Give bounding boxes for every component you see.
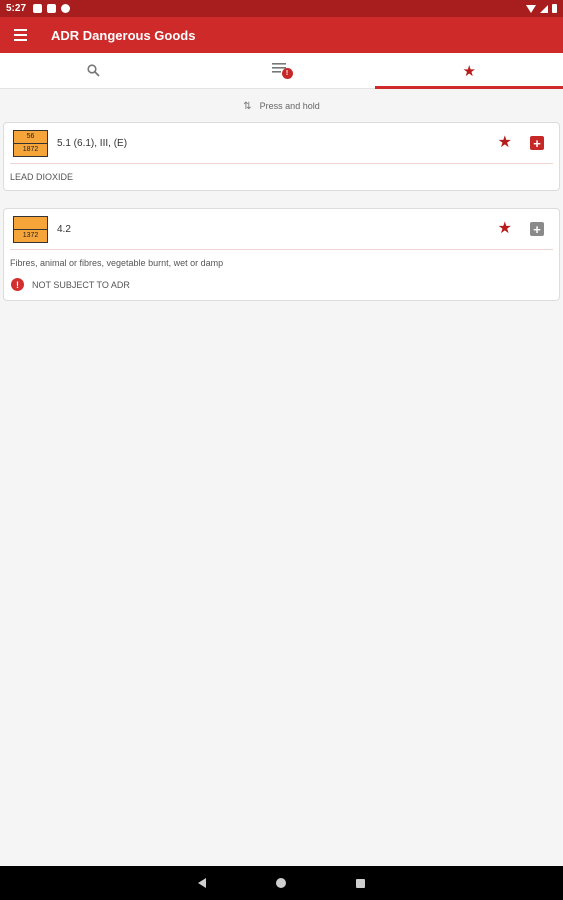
star-icon[interactable]: ★ — [498, 135, 512, 151]
hazard-number: 56 — [14, 131, 47, 144]
favorite-card[interactable]: 56 1872 5.1 (6.1), III, (E) ★ + LEAD DIO… — [3, 122, 560, 191]
hamburger-menu-icon[interactable] — [0, 17, 40, 53]
signal-icon — [540, 4, 548, 13]
add-button[interactable]: + — [530, 222, 544, 236]
tab-search[interactable] — [0, 53, 188, 88]
back-icon[interactable] — [198, 878, 206, 888]
star-icon: ★ — [462, 62, 476, 80]
navigation-bar — [0, 866, 563, 900]
un-number: 1872 — [22, 146, 39, 153]
hazard-number — [14, 217, 47, 230]
app-notification-icon — [61, 4, 71, 13]
substance-name: Fibres, animal or fibres, vegetable burn… — [10, 258, 224, 268]
search-icon — [87, 64, 100, 77]
sort-icon: ⇅ — [243, 100, 252, 112]
wifi-icon — [526, 4, 536, 13]
note-text: NOT SUBJECT TO ADR — [32, 279, 130, 290]
hazard-plate: 56 1872 — [13, 129, 48, 157]
tab-bar: ! ★ — [0, 53, 563, 89]
press-hold-hint: ⇅ Press and hold — [0, 96, 563, 116]
home-icon[interactable] — [276, 878, 286, 888]
status-time: 5:27 — [6, 3, 27, 14]
sd-card-icon — [47, 4, 57, 13]
star-icon[interactable]: ★ — [498, 221, 512, 237]
add-button[interactable]: + — [530, 136, 544, 150]
status-bar: 5:27 — [0, 0, 563, 17]
battery-icon — [552, 4, 557, 13]
adr-note: ! NOT SUBJECT TO ADR — [4, 268, 559, 291]
class-text: 4.2 — [57, 223, 71, 235]
app-title: ADR Dangerous Goods — [51, 27, 196, 43]
class-text: 5.1 (6.1), III, (E) — [57, 137, 128, 149]
notification-icon — [33, 4, 43, 13]
favorite-card[interactable]: 1372 4.2 ★ + Fibres, animal or fibres, v… — [3, 208, 560, 301]
hazard-plate: 1372 — [13, 215, 48, 243]
substance-name: LEAD DIOXIDE — [10, 172, 74, 182]
app-bar: ADR Dangerous Goods — [0, 17, 563, 53]
alert-badge: ! — [281, 67, 293, 79]
hint-text: Press and hold — [259, 101, 320, 111]
tab-list[interactable]: ! — [188, 53, 376, 88]
info-icon: ! — [11, 278, 24, 291]
un-number: 1372 — [22, 232, 39, 239]
recent-apps-icon[interactable] — [356, 878, 365, 888]
tab-favorites[interactable]: ★ — [375, 53, 563, 89]
